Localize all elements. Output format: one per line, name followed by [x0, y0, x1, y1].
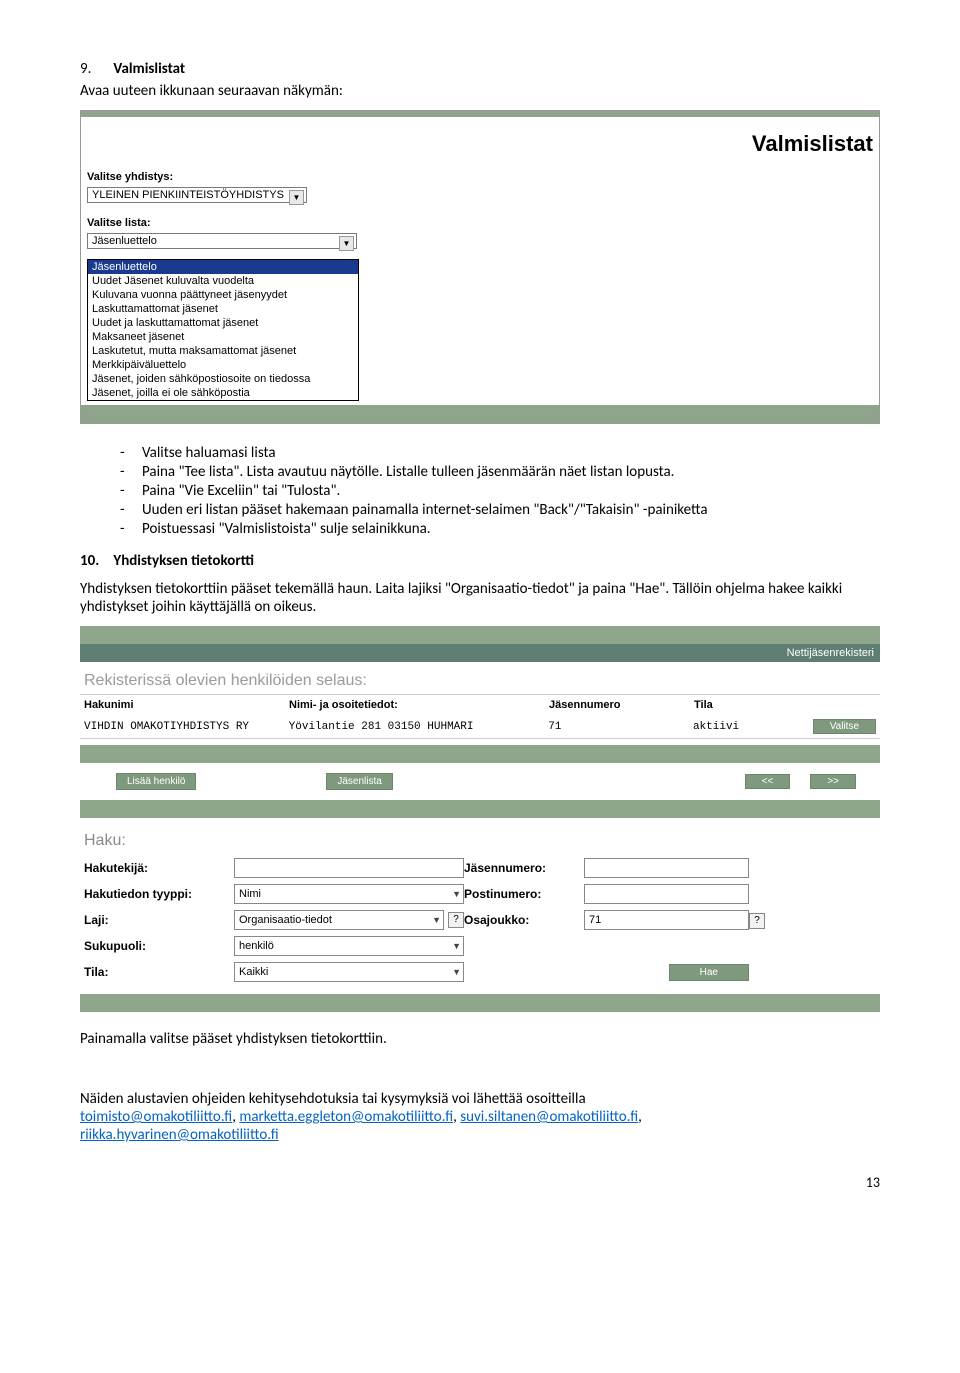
green-separator	[80, 745, 880, 763]
select-sukupuoli[interactable]: henkilö▼	[234, 936, 464, 956]
cell-tila: aktiivi	[693, 721, 813, 733]
label-laji: Laji:	[84, 913, 234, 927]
label-valitse-yhdistys: Valitse yhdistys:	[81, 167, 879, 185]
section-10-title: Yhdistyksen tietokortti	[113, 552, 254, 570]
table-row: VIHDIN OMAKOTIYHDISTYS RY Yövilantie 281…	[80, 715, 880, 739]
option[interactable]: Kuluvana vuonna päättyneet jäsenyydet	[88, 288, 358, 302]
label-postinumero: Postinumero:	[464, 887, 584, 901]
chevron-down-icon: ▼	[452, 967, 461, 977]
bullet: -Paina "Vie Exceliin" tai "Tulosta".	[120, 482, 880, 500]
input-postinumero[interactable]	[584, 884, 749, 904]
chevron-down-icon: ▼	[289, 190, 304, 205]
option[interactable]: Uudet Jäsenet kuluvalta vuodelta	[88, 274, 358, 288]
link-marketta[interactable]: marketta.eggleton@omakotiliitto.fi	[239, 1108, 453, 1126]
chevron-down-icon: ▼	[432, 915, 441, 925]
select-hakutiedon-tyyppi[interactable]: Nimi▼	[234, 884, 464, 904]
header-bar: Nettijäsenrekisteri	[80, 644, 880, 662]
label-osajoukko: Osajoukko:	[464, 913, 584, 927]
screenshot-rekisteri: Nettijäsenrekisteri Rekisterissä olevien…	[80, 626, 880, 1012]
shot1-title: Valmislistat	[81, 117, 879, 167]
jasenlista-button[interactable]: Jäsenlista	[326, 773, 392, 790]
option[interactable]: Merkkipäiväluettelo	[88, 358, 358, 372]
green-separator	[80, 800, 880, 818]
cell-hakunimi: VIHDIN OMAKOTIYHDISTYS RY	[84, 721, 289, 733]
label-sukupuoli: Sukupuoli:	[84, 939, 234, 953]
section-10-number: 10.	[80, 552, 110, 570]
prev-button[interactable]: <<	[745, 774, 791, 789]
after-shot2-text: Painamalla valitse pääset yhdistyksen ti…	[80, 1030, 880, 1048]
option[interactable]: Laskutetut, mutta maksamattomat jäsenet	[88, 344, 358, 358]
col-hakunimi: Hakunimi	[84, 699, 289, 711]
link-toimisto[interactable]: toimisto@omakotiliitto.fi	[80, 1108, 232, 1126]
option[interactable]: Laskuttamattomat jäsenet	[88, 302, 358, 316]
link-suvi[interactable]: suvi.siltanen@omakotiliitto.fi	[460, 1108, 638, 1126]
option-jasenluettelo[interactable]: Jäsenluettelo	[88, 260, 358, 274]
section-9-title: Valmislistat	[113, 60, 185, 78]
bullet: -Paina "Tee lista". Lista avautuu näytöl…	[120, 463, 880, 481]
option[interactable]: Jäsenet, joiden sähköpostiosoite on tied…	[88, 372, 358, 386]
select-yhdistys-value: YLEINEN PIENKIINTEISTÖYHDISTYS	[92, 189, 284, 201]
section-9-number: 9.	[80, 60, 110, 78]
next-button[interactable]: >>	[810, 774, 856, 789]
link-riikka[interactable]: riikka.hyvarinen@omakotiliitto.fi	[80, 1126, 279, 1144]
dropdown-lista-options[interactable]: Jäsenluettelo Uudet Jäsenet kuluvalta vu…	[87, 259, 359, 401]
label-tila: Tila:	[84, 965, 234, 979]
option[interactable]: Uudet ja laskuttamattomat jäsenet	[88, 316, 358, 330]
select-lista[interactable]: Jäsenluettelo ▼	[87, 233, 357, 249]
section-10-para: Yhdistyksen tietokorttiin pääset tekemäl…	[80, 580, 880, 616]
green-separator	[81, 405, 879, 423]
chevron-down-icon: ▼	[452, 889, 461, 899]
col-jasennumero: Jäsennumero	[549, 699, 694, 711]
label-hakutiedon-tyyppi: Hakutiedon tyyppi:	[84, 887, 234, 901]
search-form: Hakutekijä: Jäsennumero: Hakutiedon tyyp…	[80, 854, 880, 986]
help-icon[interactable]: ?	[448, 912, 464, 928]
footer-text: Näiden alustavien ohjeiden kehitysehdotu…	[80, 1090, 880, 1144]
help-icon[interactable]: ?	[749, 913, 765, 929]
browse-section-title: Rekisterissä olevien henkilöiden selaus:	[80, 662, 880, 695]
label-hakutekija: Hakutekijä:	[84, 861, 234, 875]
chevron-down-icon: ▼	[339, 236, 354, 251]
label-valitse-lista: Valitse lista:	[81, 213, 879, 231]
option[interactable]: Jäsenet, joilla ei ole sähköpostia	[88, 386, 358, 400]
input-jasennumero[interactable]	[584, 858, 749, 878]
cell-jasennumero: 71	[548, 721, 693, 733]
valitse-button[interactable]: Valitse	[813, 719, 876, 734]
option[interactable]: Maksaneet jäsenet	[88, 330, 358, 344]
chevron-down-icon: ▼	[452, 941, 461, 951]
col-nimi-osoite: Nimi- ja osoitetiedot:	[289, 699, 549, 711]
cell-nimi-osoite: Yövilantie 281 03150 HUHMARI	[289, 721, 549, 733]
header-title: Nettijäsenrekisteri	[787, 647, 874, 659]
hae-button[interactable]: Hae	[669, 964, 749, 981]
section-9-bullets: -Valitse haluamasi lista -Paina "Tee lis…	[120, 444, 880, 538]
label-jasennumero: Jäsennumero:	[464, 861, 584, 875]
select-tila[interactable]: Kaikki▼	[234, 962, 464, 982]
button-row: Lisää henkilö Jäsenlista << >>	[80, 763, 880, 800]
bullet: -Uuden eri listan pääset hakemaan painam…	[120, 501, 880, 519]
select-lista-value: Jäsenluettelo	[92, 235, 157, 247]
lisaa-henkilo-button[interactable]: Lisää henkilö	[116, 773, 196, 790]
green-separator	[80, 994, 880, 1012]
input-osajoukko[interactable]: 71	[584, 910, 749, 930]
green-bar	[80, 626, 880, 644]
section-9-intro: Avaa uuteen ikkunaan seuraavan näkymän:	[80, 82, 880, 100]
select-laji[interactable]: Organisaatio-tiedot▼	[234, 910, 444, 930]
section-10-heading: 10. Yhdistyksen tietokortti	[80, 552, 880, 570]
section-9-heading: 9. Valmislistat	[80, 60, 880, 78]
bullet: -Valitse haluamasi lista	[120, 444, 880, 462]
page-number: 13	[80, 1174, 880, 1191]
table-header-row: Hakunimi Nimi- ja osoitetiedot: Jäsennum…	[80, 695, 880, 715]
bullet: -Poistuessasi "Valmislistoista" sulje se…	[120, 520, 880, 538]
col-tila: Tila	[694, 699, 814, 711]
input-hakutekija[interactable]	[234, 858, 464, 878]
select-yhdistys[interactable]: YLEINEN PIENKIINTEISTÖYHDISTYS ▼	[87, 187, 307, 203]
screenshot-valmislistat: Valmislistat Valitse yhdistys: YLEINEN P…	[80, 110, 880, 424]
haku-title: Haku:	[80, 818, 880, 854]
